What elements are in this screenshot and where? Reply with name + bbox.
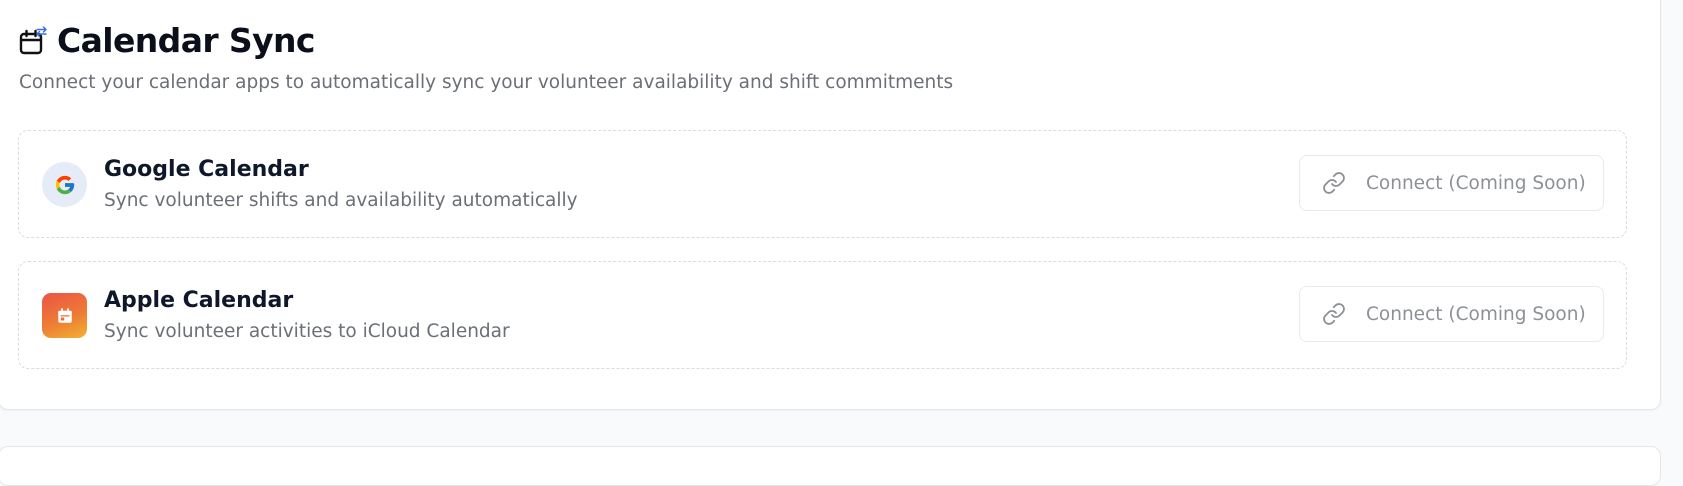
calendar-sync-card: Calendar Sync Connect your calendar apps… — [0, 0, 1661, 410]
provider-card-google: Google Calendar Sync volunteer shifts an… — [18, 130, 1627, 238]
apple-calendar-icon — [42, 293, 87, 338]
provider-description: Sync volunteer activities to iCloud Cale… — [104, 321, 510, 342]
provider-name: Apple Calendar — [104, 288, 294, 313]
connect-button-label: Connect (Coming Soon) — [1366, 172, 1586, 194]
provider-description: Sync volunteer shifts and availability a… — [104, 190, 578, 211]
calendar-sync-icon — [19, 26, 47, 56]
connect-button-label: Connect (Coming Soon) — [1366, 303, 1586, 325]
connect-google-button[interactable]: Connect (Coming Soon) — [1299, 155, 1604, 211]
section-header: Calendar Sync — [19, 21, 315, 61]
next-section-card — [0, 446, 1661, 486]
section-subtitle: Connect your calendar apps to automatica… — [19, 72, 954, 93]
page-title: Calendar Sync — [57, 21, 315, 60]
google-logo-icon — [42, 162, 87, 207]
provider-name: Google Calendar — [104, 157, 309, 182]
connect-apple-button[interactable]: Connect (Coming Soon) — [1299, 286, 1604, 342]
link-icon — [1322, 302, 1346, 326]
link-icon — [1322, 171, 1346, 195]
provider-card-apple: Apple Calendar Sync volunteer activities… — [18, 261, 1627, 369]
